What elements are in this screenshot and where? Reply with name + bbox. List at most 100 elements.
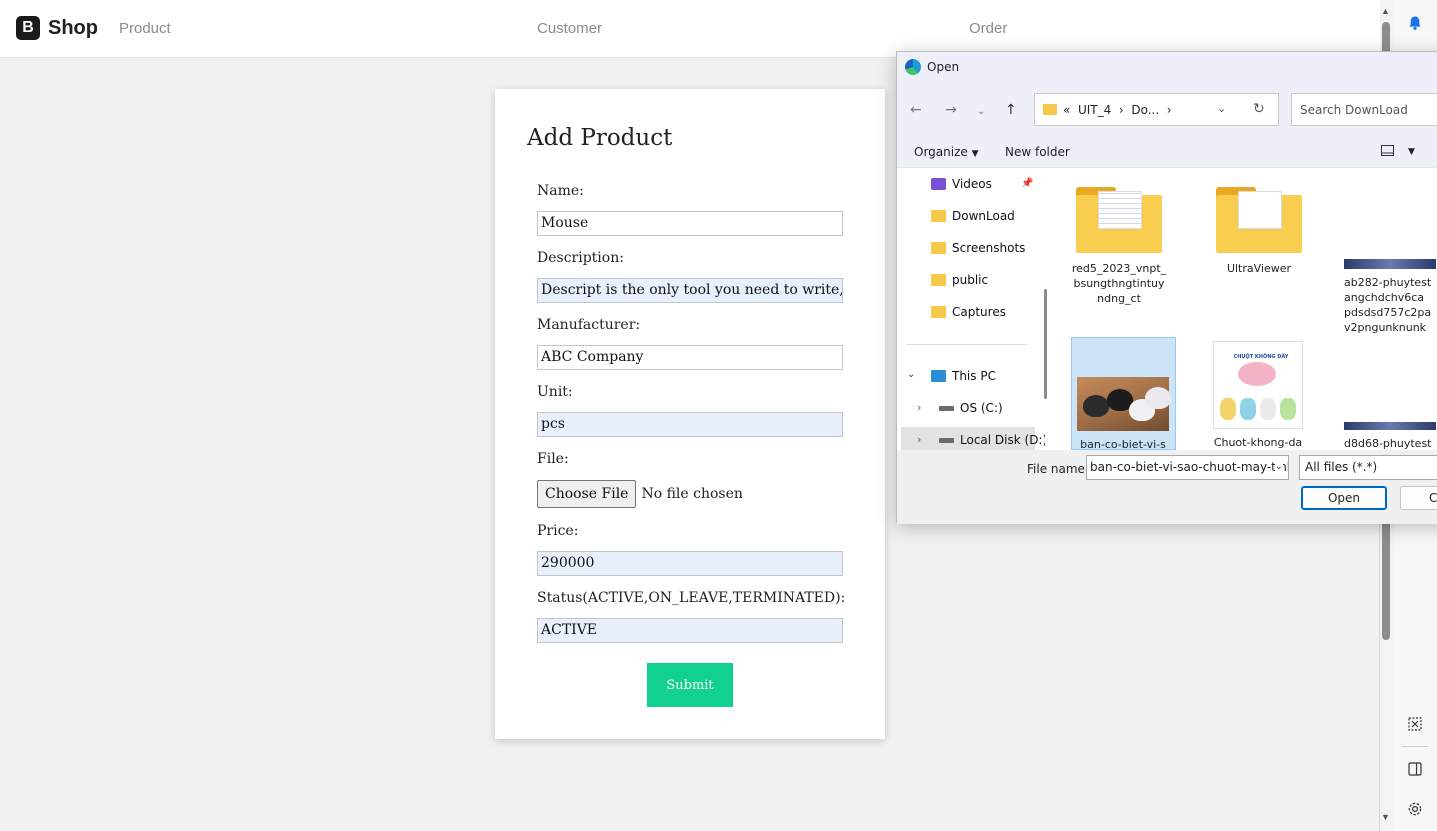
status-label: Status(ACTIVE,ON_LEAVE,TERMINATED): — [537, 590, 846, 606]
form-title: Add Product — [527, 125, 673, 151]
scroll-down-icon[interactable]: ▼ — [1381, 812, 1390, 822]
image-thumbnail — [1344, 422, 1436, 430]
submit-button[interactable]: Submit — [647, 663, 733, 707]
file-list-pane: red5_2023_vnpt_ bsungthngtintuy ndng_ct … — [1052, 169, 1437, 450]
scroll-up-icon[interactable]: ▲ — [1381, 6, 1390, 16]
forward-arrow-icon[interactable]: → — [945, 102, 957, 118]
bell-icon[interactable] — [1406, 14, 1424, 32]
file-label: File: — [537, 451, 569, 467]
file-item-folder-red5[interactable]: red5_2023_vnpt_ bsungthngtintuy ndng_ct — [1067, 187, 1171, 306]
nav-item-download[interactable]: DownLoad — [931, 205, 1015, 227]
nav-scroll-thumb[interactable] — [1044, 289, 1047, 399]
unit-input[interactable]: pcs — [537, 412, 843, 437]
refresh-icon[interactable]: ↻ — [1253, 101, 1265, 117]
brand[interactable]: B Shop — [16, 16, 98, 40]
nav-divider — [907, 344, 1027, 345]
description-input[interactable]: Descript is the only tool you need to wr… — [537, 278, 843, 303]
name-label: Name: — [537, 183, 584, 199]
file-item-folder-ultraviewer[interactable]: UltraViewer — [1207, 187, 1311, 276]
file-item-ban-co-biet[interactable]: ban-co-biet-vi-s — [1071, 337, 1175, 450]
price-label: Price: — [537, 523, 579, 539]
open-button[interactable]: Open — [1301, 486, 1387, 510]
organize-label: Organize — [914, 145, 968, 159]
product-image-thumbnail: CHUỘT KHÔNG DÂY WIRELESS — [1213, 341, 1303, 429]
choose-file-button[interactable]: Choose File — [537, 480, 637, 508]
file-item-chuot-khong-day[interactable]: CHUỘT KHÔNG DÂY WIRELESS Chuot-khong-da — [1206, 341, 1310, 450]
settings-gear-icon[interactable] — [1406, 800, 1424, 818]
file-name: d8d68-phuytest — [1344, 437, 1432, 450]
brand-logo: B — [16, 16, 40, 40]
mouse-photo-thumbnail — [1077, 377, 1171, 431]
video-folder-icon — [931, 178, 946, 190]
nav-item-os-c[interactable]: OS (C:) — [939, 397, 1003, 419]
search-box[interactable]: Search DownLoad — [1291, 93, 1437, 126]
image-thumbnail — [1344, 259, 1436, 269]
nav-item-label: public — [952, 273, 989, 287]
manufacturer-label: Manufacturer: — [537, 317, 641, 333]
recent-chevron-down-icon[interactable]: ⌄ — [977, 106, 985, 117]
edge-logo-icon — [905, 59, 921, 75]
drive-icon — [939, 437, 954, 443]
pc-icon — [931, 370, 946, 382]
expand-chevron-right-icon[interactable]: › — [917, 401, 921, 414]
folder-icon — [931, 210, 946, 222]
view-mode-icon[interactable] — [1381, 145, 1394, 159]
file-item-ab282[interactable]: ab282-phuytest angchdchv6ca pdsdsd757c2p… — [1344, 259, 1437, 335]
nav-item-captures[interactable]: Captures — [931, 301, 1006, 323]
nav-item-label: DownLoad — [952, 209, 1015, 223]
breadcrumb-uit4[interactable]: UIT_4 — [1078, 103, 1111, 117]
nav-item-label: Local Disk (D:) — [960, 433, 1045, 447]
nav-item-screenshots[interactable]: Screenshots — [931, 237, 1025, 259]
nav-item-label: OS (C:) — [960, 401, 1003, 415]
expand-chevron-down-icon[interactable]: ⌄ — [907, 369, 915, 380]
nav-item-videos[interactable]: Videos — [931, 173, 992, 195]
nav-item-label: Videos — [952, 177, 992, 191]
address-path: « UIT_4 › Do... › — [1063, 103, 1172, 117]
file-name-dropdown-icon[interactable]: ⌄ — [1274, 461, 1283, 472]
drive-icon — [939, 405, 954, 411]
screenshot-icon[interactable] — [1406, 715, 1424, 733]
up-arrow-icon[interactable]: ↑ — [1005, 102, 1017, 118]
address-folder-icon — [1043, 104, 1057, 115]
nav-link-order[interactable]: Order — [969, 20, 1007, 37]
view-dropdown-icon[interactable]: ▼ — [1408, 147, 1415, 157]
folder-icon — [1076, 187, 1162, 253]
file-status: No file chosen — [641, 486, 743, 502]
navigation-pane: Videos 📌 DownLoad Screenshots public Cap… — [897, 169, 1045, 450]
sidebar-divider — [1402, 746, 1428, 747]
folder-icon — [931, 306, 946, 318]
address-bar[interactable]: « UIT_4 › Do... › ⌄ ↻ — [1034, 93, 1279, 126]
add-product-card: Add Product Name: Mouse Description: Des… — [495, 89, 885, 739]
nav-link-customer[interactable]: Customer — [537, 20, 602, 37]
address-row: ← → ⌄ ↑ « UIT_4 › Do... › ⌄ ↻ Search Dow… — [897, 82, 1437, 138]
description-label: Description: — [537, 250, 624, 266]
status-input[interactable]: ACTIVE — [537, 618, 843, 643]
back-arrow-icon[interactable]: ← — [910, 102, 922, 118]
open-file-dialog: Open ← → ⌄ ↑ « UIT_4 › Do... › ⌄ ↻ Searc… — [896, 51, 1437, 524]
sidebar-toggle-icon[interactable] — [1406, 760, 1424, 778]
file-item-d8d68[interactable]: d8d68-phuytest — [1344, 422, 1437, 450]
cancel-button[interactable]: Ca — [1400, 486, 1437, 510]
folder-icon — [1216, 187, 1302, 253]
file-name-value: ban-co-biet-vi-sao-chuot-may-tinh — [1090, 460, 1289, 474]
file-name: red5_2023_vnpt_ bsungthngtintuy ndng_ct — [1071, 262, 1167, 305]
file-name-input[interactable]: ban-co-biet-vi-sao-chuot-may-tinh ⌄ — [1086, 455, 1289, 480]
nav-item-label: Captures — [952, 305, 1006, 319]
manufacturer-input[interactable]: ABC Company — [537, 345, 843, 370]
nav-item-public[interactable]: public — [931, 269, 988, 291]
file-name: Chuot-khong-da — [1213, 436, 1303, 449]
expand-chevron-right-icon[interactable]: › — [917, 433, 921, 446]
dialog-titlebar[interactable]: Open — [897, 52, 1437, 82]
organize-menu[interactable]: Organize ▼ — [914, 145, 979, 159]
breadcrumb-download[interactable]: Do... — [1131, 103, 1159, 117]
file-type-select[interactable]: All files (*.*) — [1299, 455, 1437, 480]
name-input[interactable]: Mouse — [537, 211, 843, 236]
new-folder-button[interactable]: New folder — [1005, 145, 1070, 159]
nav-item-local-disk-d[interactable]: Local Disk (D:) — [939, 429, 1045, 450]
nav-link-product[interactable]: Product — [119, 20, 171, 37]
price-input[interactable]: 290000 — [537, 551, 843, 576]
address-dropdown-icon[interactable]: ⌄ — [1217, 102, 1226, 115]
pin-icon: 📌 — [1021, 178, 1034, 189]
nav-pane-scrollbar[interactable] — [1043, 169, 1049, 450]
nav-item-this-pc[interactable]: This PC — [931, 365, 996, 387]
